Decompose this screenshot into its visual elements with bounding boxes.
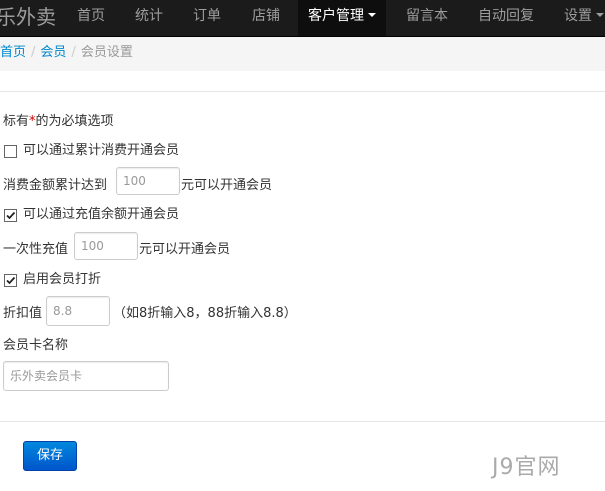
breadcrumb-home-link[interactable]: 首页 [0, 45, 26, 60]
checkmark-icon [6, 276, 16, 285]
breadcrumb: 首页 / 会员 / 会员设置 [0, 37, 605, 71]
nav-item-stats[interactable]: 统计 [124, 0, 174, 36]
recharge-amount-input[interactable] [74, 232, 138, 260]
watermark-text: J9官网 [492, 455, 561, 480]
checkmark-icon [6, 211, 16, 220]
discount-value-hint: （如8折输入8，88折输入8.8） [113, 306, 297, 321]
breadcrumb-divider: / [31, 45, 36, 60]
discount-enable-checkbox[interactable] [4, 274, 17, 287]
section-divider [0, 91, 605, 92]
required-note-prefix: 标有 [3, 114, 30, 129]
nav-item-label: 店铺 [252, 8, 280, 24]
card-name-label: 会员卡名称 [3, 338, 69, 353]
discount-enable-label: 启用会员打折 [23, 272, 102, 287]
nav-item-guestbook[interactable]: 留言本 [395, 0, 459, 36]
nav-item-label: 客户管理 [308, 8, 364, 24]
recharge-member-label: 可以通过充值余额开通会员 [23, 207, 180, 222]
nav-item-shop[interactable]: 店铺 [240, 0, 292, 36]
nav-item-customer-management[interactable]: 客户管理 [298, 0, 386, 36]
nav-item-label: 留言本 [406, 8, 448, 24]
consume-amount-prefix: 消费金额累计达到 [3, 178, 108, 193]
nav-item-settings[interactable]: 设置 [556, 0, 605, 36]
consume-amount-input[interactable] [116, 167, 180, 195]
nav-item-label: 自动回复 [478, 8, 534, 24]
breadcrumb-current: 会员设置 [80, 45, 133, 60]
discount-value-prefix: 折扣值 [3, 306, 43, 321]
caret-down-icon [368, 13, 376, 17]
recharge-amount-suffix: 元可以开通会员 [139, 242, 231, 257]
form-actions-divider [0, 421, 605, 422]
breadcrumb-divider: / [71, 45, 76, 60]
breadcrumb-member-link[interactable]: 会员 [40, 45, 66, 60]
nav-item-auto-reply[interactable]: 自动回复 [468, 0, 544, 36]
save-button[interactable]: 保存 [23, 441, 77, 471]
consume-member-checkbox[interactable] [4, 145, 17, 158]
consume-amount-suffix: 元可以开通会员 [181, 178, 273, 193]
brand-logo-text[interactable]: 乐外卖 [0, 3, 56, 31]
nav-item-label: 统计 [135, 8, 163, 24]
required-note-suffix: 的为必填选项 [35, 114, 114, 129]
nav-item-label: 订单 [193, 8, 221, 24]
nav-item-home[interactable]: 首页 [66, 0, 116, 36]
caret-down-icon [596, 13, 604, 17]
discount-value-input[interactable] [46, 296, 110, 326]
required-note: 标有*的为必填选项 [3, 113, 114, 131]
consume-member-label: 可以通过累计消费开通会员 [23, 143, 180, 158]
nav-item-orders[interactable]: 订单 [182, 0, 232, 36]
card-name-input[interactable] [3, 361, 169, 391]
recharge-member-checkbox[interactable] [4, 209, 17, 222]
top-navbar: 乐外卖 首页 统计 订单 店铺 客户管理 留言本 自动回复 设置 [0, 0, 605, 37]
nav-item-label: 首页 [77, 8, 105, 24]
nav-item-label: 设置 [564, 8, 592, 24]
recharge-amount-prefix: 一次性充值 [3, 242, 69, 257]
